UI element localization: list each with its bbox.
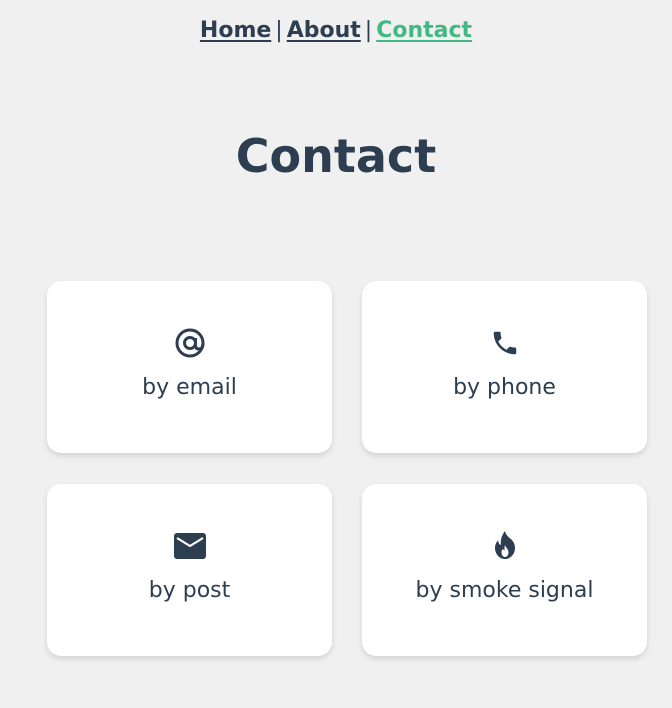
nav-separator: | [275,18,283,43]
card-label-email: by email [142,375,237,400]
phone-icon [362,327,647,359]
nav-link-home[interactable]: Home [200,18,271,43]
contact-card-phone[interactable]: by phone [362,281,647,453]
nav-separator: | [364,18,373,43]
top-navigation: Home | About | Contact [0,14,672,48]
card-label-smoke-signal: by smoke signal [415,578,594,603]
nav-link-contact[interactable]: Contact [376,18,472,43]
envelope-icon [47,530,332,562]
contact-card-post[interactable]: by post [47,484,332,656]
card-label-phone: by phone [453,375,556,400]
contact-card-smoke-signal[interactable]: by smoke signal [362,484,647,656]
fire-icon [362,530,647,562]
nav-link-about[interactable]: About [287,18,361,43]
contact-card-email[interactable]: by email [47,281,332,453]
at-sign-icon [47,327,332,359]
card-label-post: by post [148,578,231,603]
page-title: Contact [235,129,437,183]
